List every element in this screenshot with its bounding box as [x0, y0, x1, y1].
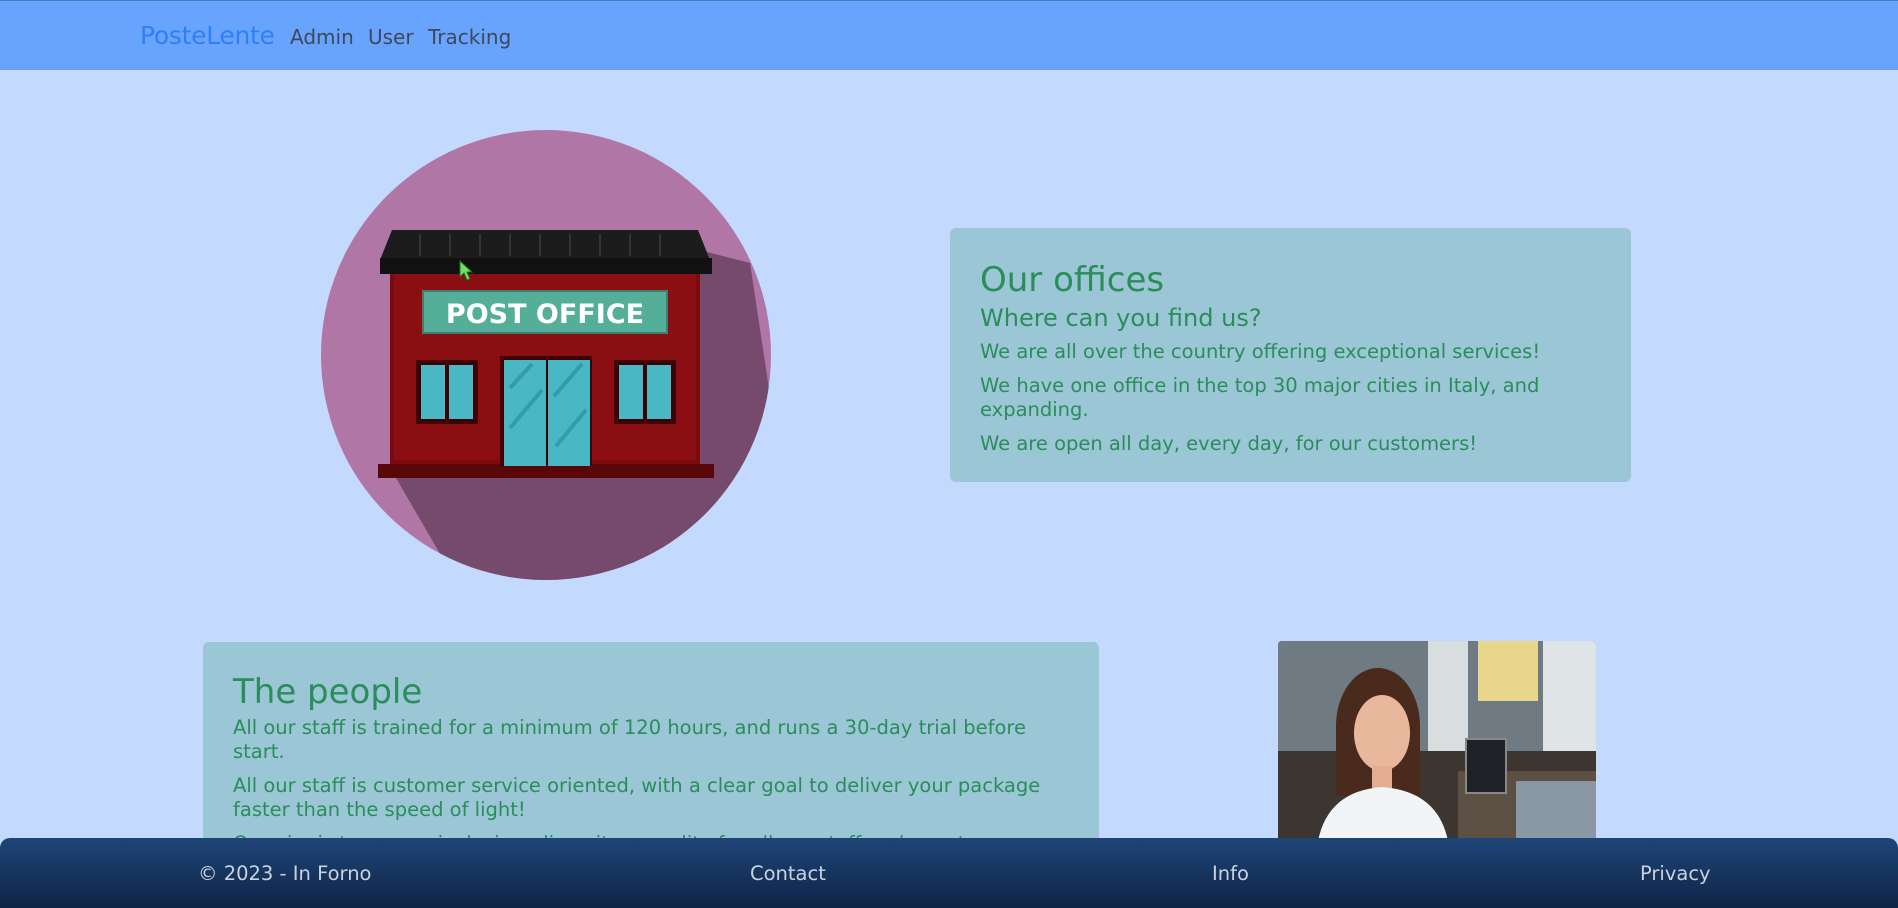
offices-subtitle: Where can you find us?	[980, 304, 1262, 332]
footer-copyright: © 2023 - In Forno	[198, 862, 372, 885]
post-office-building-icon: POST OFFICE	[321, 130, 771, 580]
offices-line: We have one office in the top 30 major c…	[980, 374, 1540, 421]
people-title: The people	[233, 672, 423, 712]
offices-line: We are open all day, every day, for our …	[980, 432, 1478, 455]
nav-link-user[interactable]: User	[368, 25, 414, 49]
nav-link-admin[interactable]: Admin	[290, 25, 354, 49]
people-line: All our staff is trained for a minimum o…	[233, 716, 1026, 763]
brand-link[interactable]: PosteLente	[140, 21, 275, 50]
people-card: The people All our staff is trained for …	[203, 642, 1099, 842]
offices-card: Our offices Where can you find us? We ar…	[950, 228, 1631, 482]
people-line: All our staff is customer service orient…	[233, 774, 1041, 821]
post-office-illustration: POST OFFICE	[320, 128, 772, 582]
post-office-sign-text: POST OFFICE	[446, 299, 644, 330]
offices-title: Our offices	[980, 260, 1165, 300]
staff-photo	[1278, 641, 1596, 841]
footer-link-privacy[interactable]: Privacy	[1640, 862, 1711, 885]
footer-link-contact[interactable]: Contact	[750, 862, 826, 885]
navbar: PosteLente Admin User Tracking	[0, 0, 1898, 70]
footer: © 2023 - In Forno Contact Info Privacy	[0, 838, 1898, 908]
offices-line: We are all over the country offering exc…	[980, 340, 1541, 363]
nav-link-tracking[interactable]: Tracking	[428, 25, 511, 49]
footer-link-info[interactable]: Info	[1212, 862, 1249, 885]
